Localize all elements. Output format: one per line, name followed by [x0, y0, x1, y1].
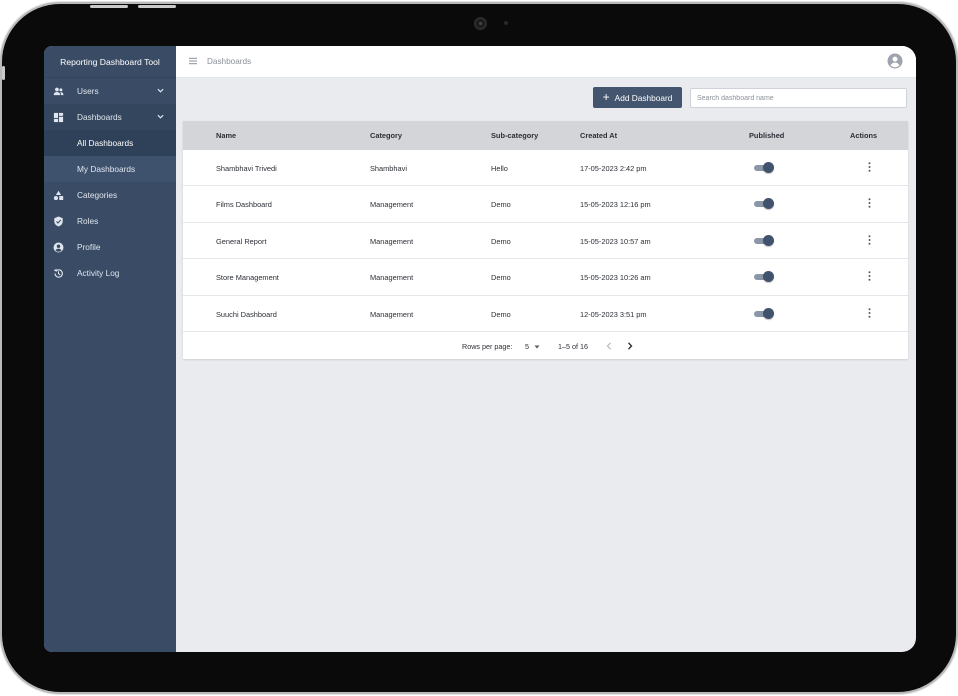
screen: Reporting Dashboard Tool Users Dashboard… [44, 46, 916, 652]
cell-name: Films Dashboard [216, 200, 272, 210]
cell-created-at: 12-05-2023 3:51 pm [580, 309, 647, 319]
table-row[interactable]: Films Dashboard Management Demo 15-05-20… [183, 186, 908, 223]
search-input[interactable] [690, 88, 907, 108]
caret-down-icon[interactable] [534, 345, 540, 349]
more-vert-icon[interactable] [868, 235, 871, 245]
published-toggle[interactable] [754, 234, 774, 247]
menu-icon[interactable] [189, 57, 197, 65]
app-title: Reporting Dashboard Tool [44, 46, 176, 78]
column-header-created-at[interactable]: Created At [580, 131, 617, 140]
table-row[interactable]: Store Management Management Demo 15-05-2… [183, 259, 908, 296]
chevron-right-icon[interactable] [627, 342, 633, 350]
sidebar-item-categories[interactable]: Categories [44, 182, 176, 208]
published-toggle[interactable] [754, 198, 774, 210]
chevron-down-icon [157, 114, 164, 119]
column-header-name[interactable]: Name [216, 131, 236, 140]
sidebar-item-dashboards[interactable]: Dashboards [44, 104, 176, 130]
cell-created-at: 15-05-2023 10:57 am [580, 236, 651, 246]
account-circle-icon[interactable] [887, 53, 903, 69]
table-row[interactable]: Suuchi Dashboard Management Demo 12-05-2… [183, 296, 908, 332]
cell-name: Shambhavi Trivedi [216, 164, 277, 173]
column-header-actions: Actions [850, 131, 878, 140]
table-header: Name Category Sub-category Created At Pu… [183, 121, 908, 150]
cell-created-at: 15-05-2023 10:26 am [580, 273, 651, 283]
add-dashboard-label: Add Dashboard [614, 92, 673, 103]
sidebar-item-label: Categories [77, 190, 118, 200]
cell-subcategory: Demo [491, 309, 511, 319]
published-toggle[interactable] [754, 162, 774, 174]
page-range: 1–5 of 16 [558, 341, 588, 351]
column-header-published: Published [749, 131, 785, 140]
cell-subcategory: Demo [491, 200, 511, 210]
more-vert-icon[interactable] [868, 307, 871, 318]
sidebar-item-users[interactable]: Users [44, 78, 176, 104]
volume-button [138, 5, 176, 8]
cell-name: Suuchi Dashboard [216, 309, 277, 319]
sidebar-item-roles[interactable]: Roles [44, 208, 176, 234]
cell-subcategory: Demo [491, 236, 511, 246]
cell-category: Management [370, 273, 414, 283]
volume-button [90, 5, 128, 8]
pagination: Rows per page: 5 1–5 of 16 [183, 332, 908, 359]
rows-per-page-label: Rows per page: [462, 341, 513, 351]
users-icon [53, 87, 64, 96]
published-toggle[interactable] [754, 271, 774, 283]
add-dashboard-button[interactable]: + Add Dashboard [593, 87, 682, 108]
cell-category: Management [370, 200, 414, 210]
rows-per-page-select[interactable]: 5 [525, 342, 529, 351]
plus-icon: + [602, 90, 610, 104]
power-button [2, 66, 5, 80]
cell-subcategory: Demo [491, 273, 511, 283]
cell-category: Shambhavi [370, 164, 407, 173]
published-toggle[interactable] [754, 307, 774, 320]
sidebar-item-profile[interactable]: Profile [44, 234, 176, 260]
sidebar-subitem-all-dashboards[interactable]: All Dashboards [44, 130, 176, 156]
breadcrumb: Dashboards [207, 57, 252, 66]
shield-icon [54, 216, 63, 227]
cell-name: General Report [216, 236, 267, 246]
sidebar-item-label: Roles [77, 216, 99, 226]
table-row[interactable]: Shambhavi Trivedi Shambhavi Hello 17-05-… [183, 150, 908, 187]
cell-name: Store Management [216, 273, 279, 283]
sidebar-item-label: Dashboards [77, 112, 122, 122]
profile-icon [53, 242, 64, 253]
top-bar: Dashboards [176, 46, 916, 78]
sidebar-subitem-my-dashboards[interactable]: My Dashboards [44, 156, 176, 182]
cell-category: Management [370, 236, 414, 246]
sidebar: Reporting Dashboard Tool Users Dashboard… [44, 46, 176, 652]
cell-subcategory: Hello [491, 164, 508, 173]
history-icon [53, 268, 63, 278]
table-row[interactable]: General Report Management Demo 15-05-202… [183, 223, 908, 260]
dashboards-table: Name Category Sub-category Created At Pu… [183, 121, 908, 359]
sidebar-item-label: Activity Log [77, 268, 120, 278]
more-vert-icon[interactable] [868, 198, 871, 209]
categories-icon [53, 190, 64, 201]
sidebar-item-activity-log[interactable]: Activity Log [44, 260, 176, 286]
more-vert-icon[interactable] [868, 271, 871, 281]
chevron-left-icon[interactable] [606, 342, 612, 350]
sensor-dot [504, 21, 508, 25]
cell-created-at: 15-05-2023 12:16 pm [580, 200, 651, 210]
column-header-subcategory[interactable]: Sub-category [491, 131, 538, 140]
column-header-category[interactable]: Category [370, 131, 402, 140]
camera-icon [474, 17, 487, 30]
cell-category: Management [370, 309, 414, 319]
dashboard-icon [53, 112, 64, 123]
chevron-down-icon [157, 88, 164, 93]
more-vert-icon[interactable] [868, 162, 871, 172]
sidebar-item-label: Users [77, 86, 99, 96]
sidebar-item-label: Profile [77, 242, 101, 252]
cell-created-at: 17-05-2023 2:42 pm [580, 164, 647, 173]
